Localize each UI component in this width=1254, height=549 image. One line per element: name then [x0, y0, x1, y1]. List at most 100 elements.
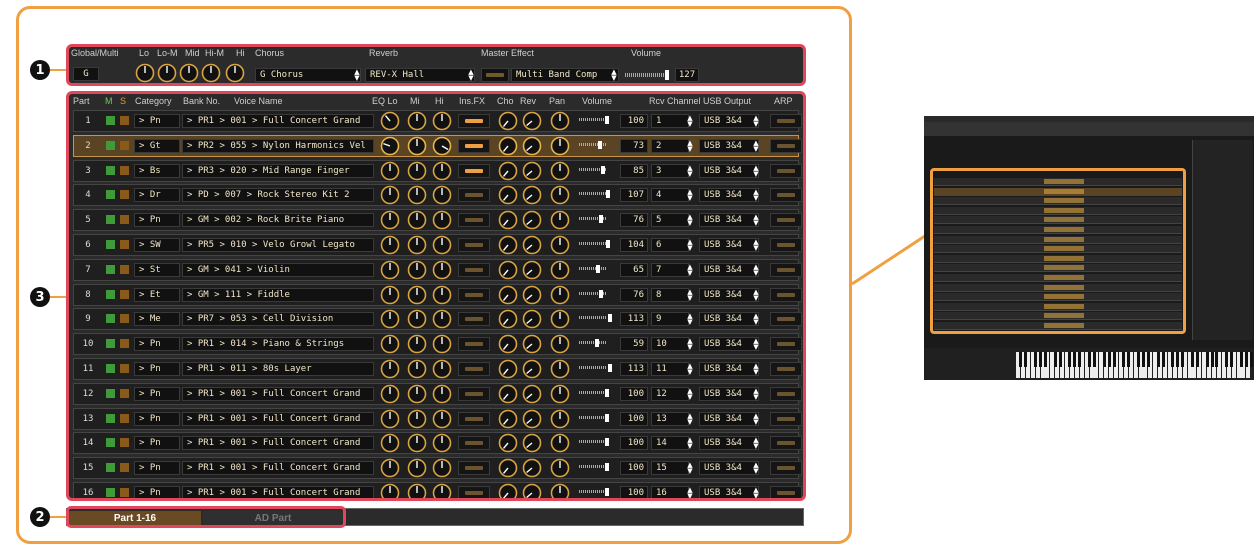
- part-row[interactable]: 2 > Gt > PR2 > 055 > Nylon Harmonics Vel 73…: [73, 134, 802, 157]
- eq-hi-knob[interactable]: [432, 384, 452, 404]
- solo-button[interactable]: [120, 140, 129, 150]
- eq-lo-knob[interactable]: [380, 409, 400, 429]
- category-field[interactable]: > Pn: [134, 486, 180, 498]
- category-field[interactable]: > Et: [134, 287, 180, 302]
- volume-slider[interactable]: [579, 187, 617, 207]
- chorus-send-knob[interactable]: [498, 111, 518, 131]
- solo-button[interactable]: [120, 339, 129, 349]
- solo-button[interactable]: [120, 264, 129, 274]
- voice-field[interactable]: > GM > 002 > Rock Brite Piano: [182, 213, 374, 228]
- volume-slider[interactable]: [579, 262, 617, 282]
- rcv-channel-stepper-icon[interactable]: ▲ ▼: [686, 462, 694, 475]
- reverb-send-knob[interactable]: [522, 409, 542, 429]
- rcv-channel-select[interactable]: 13: [651, 411, 689, 426]
- usb-output-select[interactable]: USB 3&4: [699, 163, 759, 178]
- reverb-stepper-icon[interactable]: ▲ ▼: [467, 69, 475, 82]
- mute-button[interactable]: [106, 463, 115, 473]
- chorus-send-knob[interactable]: [498, 235, 518, 255]
- voice-field[interactable]: > PR1 > 001 > Full Concert Grand: [182, 436, 374, 451]
- eq-mid-knob[interactable]: [407, 334, 427, 354]
- category-field[interactable]: > Pn: [134, 114, 180, 128]
- rcv-channel-select[interactable]: 5: [651, 213, 689, 228]
- arp-toggle[interactable]: [770, 337, 802, 352]
- category-field[interactable]: > Pn: [134, 362, 180, 376]
- pan-knob[interactable]: [550, 483, 570, 498]
- category-field[interactable]: > Gt: [134, 138, 180, 153]
- reverb-send-knob[interactable]: [522, 285, 542, 305]
- volume-slider[interactable]: [579, 361, 617, 381]
- rcv-channel-stepper-icon[interactable]: ▲ ▼: [686, 164, 694, 177]
- reverb-send-knob[interactable]: [522, 433, 542, 453]
- eq-lo-knob[interactable]: [380, 334, 400, 354]
- eq-mid-knob[interactable]: [407, 359, 427, 379]
- rcv-channel-select[interactable]: 6: [651, 238, 689, 252]
- eq-mid-knob[interactable]: [407, 185, 427, 205]
- reverb-send-knob[interactable]: [522, 111, 542, 131]
- master-effect-select[interactable]: Multi Band Comp: [511, 68, 619, 82]
- solo-button[interactable]: [120, 116, 129, 125]
- rcv-channel-stepper-icon[interactable]: ▲ ▼: [686, 487, 694, 499]
- arp-toggle[interactable]: [770, 386, 802, 401]
- category-field[interactable]: > Pn: [134, 461, 180, 476]
- part-row[interactable]: 13 > Pn > PR1 > 001 > Full Concert Grand 10…: [73, 407, 802, 430]
- eq-hi-knob[interactable]: [432, 111, 452, 131]
- category-field[interactable]: > SW: [134, 238, 180, 252]
- volume-slider[interactable]: [579, 386, 617, 406]
- usb-output-stepper-icon[interactable]: ▲ ▼: [752, 214, 760, 227]
- eq-lo-knob[interactable]: [380, 136, 400, 156]
- voice-field[interactable]: > PR3 > 020 > Mid Range Finger: [182, 163, 374, 178]
- ins-fx-toggle[interactable]: [458, 411, 490, 426]
- eq-lo-knob[interactable]: [380, 210, 400, 230]
- pan-knob[interactable]: [550, 384, 570, 404]
- chorus-send-knob[interactable]: [498, 384, 518, 404]
- part-row[interactable]: 6 > SW > PR5 > 010 > Velo Growl Legato 104 6…: [73, 234, 802, 256]
- eq-hi-knob[interactable]: [432, 185, 452, 205]
- pan-knob[interactable]: [550, 359, 570, 379]
- rcv-channel-stepper-icon[interactable]: ▲ ▼: [686, 263, 694, 276]
- chorus-send-knob[interactable]: [498, 309, 518, 329]
- usb-output-stepper-icon[interactable]: ▲ ▼: [752, 164, 760, 177]
- solo-button[interactable]: [120, 190, 129, 200]
- eq-mid-knob[interactable]: [179, 63, 199, 83]
- rcv-channel-select[interactable]: 8: [651, 287, 689, 302]
- eq-lo-knob[interactable]: [380, 185, 400, 205]
- solo-button[interactable]: [120, 289, 129, 299]
- rcv-channel-stepper-icon[interactable]: ▲ ▼: [686, 338, 694, 351]
- ins-fx-toggle[interactable]: [458, 114, 490, 128]
- usb-output-stepper-icon[interactable]: ▲ ▼: [752, 115, 760, 128]
- eq-lo-knob[interactable]: [380, 235, 400, 255]
- ins-fx-toggle[interactable]: [458, 262, 490, 277]
- eq-hi-knob[interactable]: [432, 235, 452, 255]
- part-row[interactable]: 12 > Pn > PR1 > 001 > Full Concert Grand 10…: [73, 382, 802, 406]
- rcv-channel-select[interactable]: 3: [651, 163, 689, 178]
- voice-field[interactable]: > PR5 > 010 > Velo Growl Legato: [182, 238, 374, 252]
- volume-slider[interactable]: [579, 311, 617, 331]
- volume-slider[interactable]: [579, 212, 617, 232]
- arp-toggle[interactable]: [770, 436, 802, 451]
- chorus-send-knob[interactable]: [498, 409, 518, 429]
- mute-button[interactable]: [106, 289, 115, 299]
- pan-knob[interactable]: [550, 458, 570, 478]
- volume-slider[interactable]: [579, 163, 617, 183]
- pan-knob[interactable]: [550, 161, 570, 181]
- rcv-channel-stepper-icon[interactable]: ▲ ▼: [686, 189, 694, 202]
- arp-toggle[interactable]: [770, 213, 802, 228]
- solo-button[interactable]: [120, 413, 129, 423]
- eq-hi-m-knob[interactable]: [201, 63, 221, 83]
- ins-fx-toggle[interactable]: [458, 337, 490, 352]
- eq-hi-knob[interactable]: [432, 161, 452, 181]
- arp-toggle[interactable]: [770, 138, 802, 153]
- chorus-stepper-icon[interactable]: ▲ ▼: [353, 69, 361, 82]
- mute-button[interactable]: [106, 140, 115, 150]
- solo-button[interactable]: [120, 364, 129, 373]
- part-row[interactable]: 16 > Pn > PR1 > 001 > Full Concert Grand 10…: [73, 482, 802, 499]
- reverb-send-knob[interactable]: [522, 235, 542, 255]
- usb-output-select[interactable]: USB 3&4: [699, 337, 759, 352]
- solo-button[interactable]: [120, 488, 129, 497]
- category-field[interactable]: > Pn: [134, 386, 180, 401]
- ins-fx-toggle[interactable]: [458, 312, 490, 327]
- voice-field[interactable]: > PR1 > 011 > 80s Layer: [182, 362, 374, 376]
- eq-lo-knob[interactable]: [380, 433, 400, 453]
- arp-toggle[interactable]: [770, 312, 802, 327]
- usb-output-stepper-icon[interactable]: ▲ ▼: [752, 139, 760, 152]
